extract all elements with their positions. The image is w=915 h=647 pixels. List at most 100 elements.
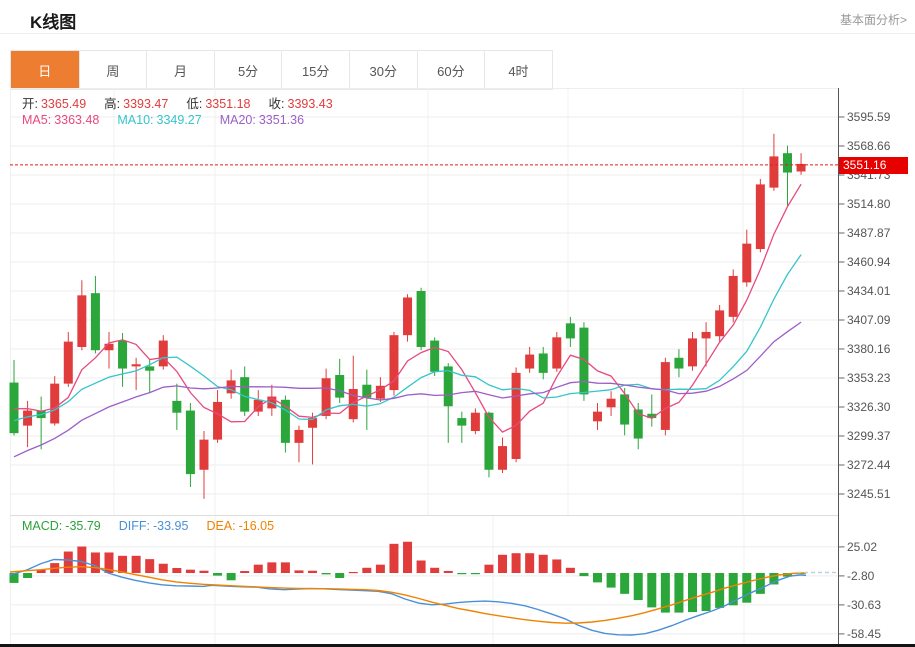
candle-body [335, 375, 344, 398]
macd-bar [389, 544, 398, 573]
macd-axis-label: -2.80 [847, 568, 874, 584]
candle-body [688, 338, 697, 366]
legend-value: 3349.27 [157, 113, 202, 127]
macd-bar [91, 552, 100, 573]
macd-bar [607, 573, 616, 588]
candle-body [50, 384, 59, 424]
macd-bar [579, 573, 588, 576]
macd-bar [525, 553, 534, 573]
candle-body [756, 184, 765, 249]
macd-bar [254, 565, 263, 573]
macd-bar [362, 568, 371, 573]
macd-bar [77, 547, 86, 573]
macd-axis-label: -58.45 [847, 626, 881, 642]
candle-body [498, 446, 507, 470]
macd-bar [186, 570, 195, 573]
price-axis-label: 3568.66 [847, 138, 890, 154]
legend-label: 高: [104, 97, 120, 111]
macd-bar [593, 573, 602, 582]
candle-body [539, 353, 548, 372]
candle-body [661, 362, 670, 430]
price-axis-label: 3407.09 [847, 312, 890, 328]
macd-bar [647, 573, 656, 607]
price-axis-label: 3299.37 [847, 428, 890, 444]
macd-bar [674, 573, 683, 613]
legend-label: DIFF: [119, 519, 150, 533]
macd-bar [308, 571, 317, 573]
macd-bar [172, 568, 181, 573]
macd-bar [702, 573, 711, 611]
candle-body [145, 366, 154, 370]
candle-body [552, 337, 561, 368]
legend-label: 开: [22, 97, 38, 111]
legend-value: 3393.43 [288, 97, 333, 111]
legend-value: 3363.48 [54, 113, 99, 127]
price-axis-label: 3460.94 [847, 254, 890, 270]
candle-body [457, 418, 466, 426]
candle-body [579, 328, 588, 395]
macd-bar [335, 573, 344, 578]
macd-bar [240, 571, 249, 573]
macd-bar [471, 573, 480, 574]
legend-value: 3365.49 [41, 97, 86, 111]
macd-axis-label: 25.02 [847, 539, 877, 555]
macd-axis-label: -30.63 [847, 597, 881, 613]
macd-bar [267, 562, 276, 573]
price-axis-label: 3245.51 [847, 486, 890, 502]
candle-body [64, 342, 73, 384]
ma-legend-item: MA5:3363.48 [22, 113, 99, 127]
legend-value: 3351.18 [205, 97, 250, 111]
macd-series [10, 542, 837, 635]
macd-bar [566, 568, 575, 573]
candle-body [132, 364, 141, 366]
macd-dea-line [10, 567, 806, 624]
legend-value: -16.05 [239, 519, 274, 533]
legend-value: -33.95 [153, 519, 188, 533]
candle-body [91, 293, 100, 350]
macd-bar [64, 552, 73, 573]
macd-bar [539, 555, 548, 573]
candle-body [715, 310, 724, 336]
macd-bar [227, 573, 236, 580]
macd-bar [376, 565, 385, 573]
ohlc-legend-item: 收:3393.43 [269, 93, 333, 112]
candle-body [729, 276, 738, 317]
ma-legend: MA5:3363.48 MA10: 3349.27 MA20:3351.36 [22, 113, 322, 127]
macd-legend-item: DEA: -16.05 [206, 519, 274, 533]
legend-label: MACD: [22, 519, 62, 533]
candle-body [593, 412, 602, 422]
macd-bar [484, 565, 493, 573]
candle-body [159, 341, 168, 367]
candle-body [430, 341, 439, 372]
legend-value: 3351.36 [259, 113, 304, 127]
macd-bar [213, 573, 222, 576]
candle-body [417, 291, 426, 347]
macd-bar [457, 573, 466, 574]
legend-label: MA5: [22, 113, 51, 127]
candle-body [607, 399, 616, 408]
candle-body [512, 373, 521, 459]
macd-bar [118, 556, 127, 573]
price-axis-label: 3380.16 [847, 341, 890, 357]
candlestick-series [10, 134, 806, 499]
candle-body [742, 244, 751, 283]
candle-body [10, 383, 19, 434]
candle-body [769, 156, 778, 187]
macd-bar [512, 553, 521, 573]
candle-body [294, 430, 303, 443]
legend-label: MA20: [220, 113, 256, 127]
legend-label: MA10: [117, 113, 153, 127]
kline-widget: K线图 基本面分析> 日周月5分15分30分60分4时 开:3365.49高:3… [0, 0, 915, 647]
candle-body [403, 297, 412, 335]
ohlc-legend-item: 低:3351.18 [186, 93, 250, 112]
candle-body [525, 355, 534, 369]
macd-bar [322, 573, 331, 574]
price-axis-label: 3595.59 [847, 109, 890, 125]
price-axis-label: 3353.23 [847, 370, 890, 386]
ma-legend-item: MA20:3351.36 [220, 113, 304, 127]
legend-label: DEA: [206, 519, 235, 533]
macd-bar [417, 560, 426, 573]
ma-legend-item: MA10: 3349.27 [117, 113, 201, 127]
macd-bar [430, 568, 439, 573]
candle-body [118, 341, 127, 369]
